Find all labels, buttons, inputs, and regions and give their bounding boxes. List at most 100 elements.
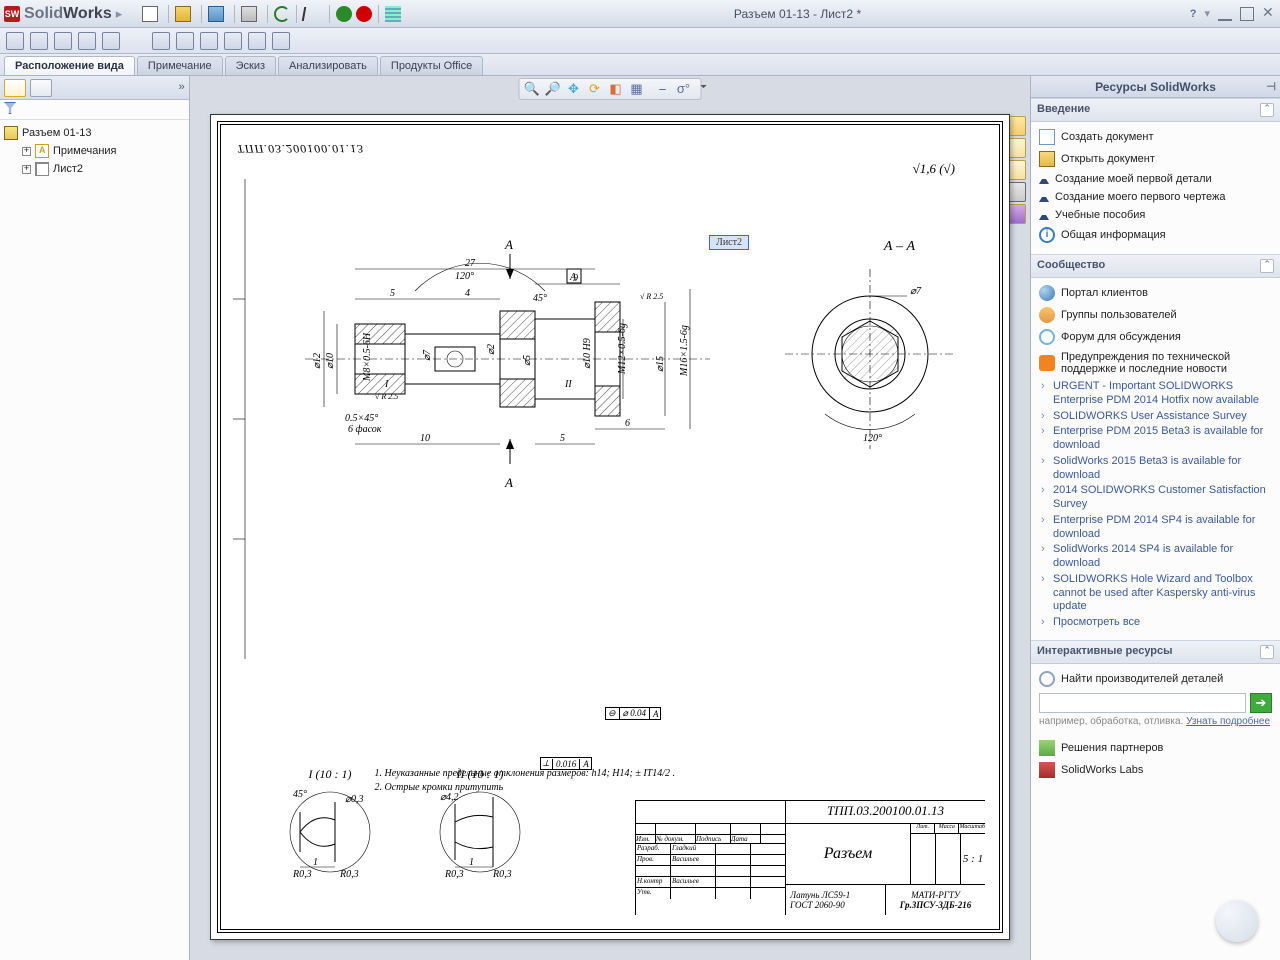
new-doc-icon[interactable] bbox=[142, 6, 158, 22]
rotate-icon[interactable]: ⟳ bbox=[587, 81, 603, 97]
graphics-area[interactable]: 🔍 🔎 ✥ ⟳ ◧ ▦ ⎯ σ° Лист2 ТПП.03.200100.01.… bbox=[190, 76, 1030, 960]
section-label: А – А bbox=[884, 239, 915, 255]
cmd-icon-11[interactable] bbox=[272, 32, 290, 50]
rebuild-green-icon[interactable] bbox=[336, 6, 352, 22]
property-tab-icon[interactable] bbox=[30, 79, 52, 97]
link-forum[interactable]: Форум для обсуждения bbox=[1035, 326, 1276, 348]
svg-text:45°: 45° bbox=[533, 293, 547, 304]
section-intro-header[interactable]: Введениеˆ bbox=[1031, 98, 1280, 122]
help-icon[interactable]: ? bbox=[1190, 8, 1197, 20]
svg-text:4: 4 bbox=[465, 288, 470, 299]
link-sw-labs[interactable]: SolidWorks Labs bbox=[1035, 759, 1276, 781]
open-icon[interactable] bbox=[175, 6, 191, 22]
cmd-icon-10[interactable] bbox=[248, 32, 266, 50]
tree-item-annotations[interactable]: + Примечания bbox=[4, 142, 185, 160]
news-link[interactable]: SolidWorks 2014 SP4 is available for dow… bbox=[1053, 543, 1276, 571]
cmd-icon-5[interactable] bbox=[102, 32, 120, 50]
section-online-header[interactable]: Интерактивные ресурсыˆ bbox=[1031, 640, 1280, 664]
link-tutorials[interactable]: Учебные пособия bbox=[1035, 206, 1276, 224]
pan-icon[interactable]: ✥ bbox=[566, 81, 582, 97]
svg-text:⌀12: ⌀12 bbox=[312, 353, 323, 369]
cube-icon bbox=[1039, 762, 1055, 778]
cmd-icon-2[interactable] bbox=[30, 32, 48, 50]
chevron-up-icon[interactable]: ˆ bbox=[1260, 645, 1274, 659]
link-first-drawing[interactable]: Создание моего первого чертежа bbox=[1035, 188, 1276, 206]
link-first-part[interactable]: Создание моей первой детали bbox=[1035, 170, 1276, 188]
svg-text:5: 5 bbox=[390, 288, 395, 299]
cmd-icon-8[interactable] bbox=[200, 32, 218, 50]
tab-annotation[interactable]: Примечание bbox=[137, 56, 223, 75]
pin-icon[interactable]: ⊣ bbox=[1266, 80, 1276, 93]
news-link[interactable]: 2014 SOLIDWORKS Customer Satisfaction Su… bbox=[1053, 484, 1276, 512]
title-block: ТПП.03.200100.01.13 Изм.№ докум.ПодписьД… bbox=[635, 800, 985, 915]
options-icon[interactable] bbox=[385, 6, 401, 22]
tree-item-label: Примечания bbox=[53, 145, 117, 157]
expand-icon[interactable]: + bbox=[22, 147, 31, 156]
hide-show-icon[interactable]: ⎯ bbox=[655, 81, 671, 97]
link-create-document[interactable]: Создать документ bbox=[1035, 126, 1276, 148]
grad-cap-icon bbox=[1039, 215, 1049, 220]
svg-text:R0,3: R0,3 bbox=[292, 869, 312, 880]
learn-more-link[interactable]: Узнать подробнее bbox=[1186, 716, 1270, 727]
cmd-icon-1[interactable] bbox=[6, 32, 24, 50]
view-orient-icon[interactable]: σ° bbox=[676, 81, 692, 97]
link-partner-solutions[interactable]: Решения партнеров bbox=[1035, 737, 1276, 759]
collapse-panel-button[interactable]: » bbox=[178, 82, 185, 94]
tab-view-layout[interactable]: Расположение вида bbox=[4, 56, 135, 75]
save-icon[interactable] bbox=[208, 6, 224, 22]
cmd-icon-6[interactable] bbox=[152, 32, 170, 50]
news-link[interactable]: SolidWorks 2015 Beta3 is available for d… bbox=[1053, 455, 1276, 483]
3dconnexion-icon[interactable] bbox=[1216, 900, 1258, 942]
go-button[interactable]: ➔ bbox=[1250, 693, 1272, 713]
open-folder-icon bbox=[1039, 151, 1055, 167]
minimize-button[interactable] bbox=[1218, 7, 1232, 21]
news-link[interactable]: URGENT - Important SOLIDWORKS Enterprise… bbox=[1053, 380, 1276, 408]
tree-root[interactable]: Разъем 01-13 bbox=[4, 124, 185, 142]
supplier-search-input[interactable] bbox=[1039, 693, 1246, 713]
tree-item-sheet[interactable]: + Лист2 bbox=[4, 160, 185, 178]
help-dropdown[interactable]: ▾ bbox=[1204, 7, 1210, 20]
svg-text:⌀10: ⌀10 bbox=[325, 353, 336, 369]
link-customer-portal[interactable]: Портал клиентов bbox=[1035, 282, 1276, 304]
cmd-icon-7[interactable] bbox=[176, 32, 194, 50]
link-open-document[interactable]: Открыть документ bbox=[1035, 148, 1276, 170]
puzzle-icon bbox=[1039, 740, 1055, 756]
3d-view-icon[interactable]: ◧ bbox=[608, 81, 624, 97]
feature-tree-tab-icon[interactable] bbox=[4, 79, 26, 97]
zoom-fit-icon[interactable]: 🔍 bbox=[524, 81, 540, 97]
menu-dropdown-icon[interactable]: ▸ bbox=[116, 6, 123, 22]
news-link[interactable]: SOLIDWORKS User Assistance Survey bbox=[1053, 410, 1276, 424]
maximize-button[interactable] bbox=[1240, 7, 1254, 21]
cmd-icon-3[interactable] bbox=[54, 32, 72, 50]
filter-funnel-icon[interactable] bbox=[4, 102, 16, 114]
chevron-up-icon[interactable]: ˆ bbox=[1260, 103, 1274, 117]
magnifier-icon bbox=[1039, 671, 1055, 687]
display-style-icon[interactable]: ▦ bbox=[629, 81, 645, 97]
undo-icon[interactable] bbox=[274, 6, 290, 22]
tab-evaluate[interactable]: Анализировать bbox=[278, 56, 378, 75]
cmd-icon-4[interactable] bbox=[78, 32, 96, 50]
link-user-groups[interactable]: Группы пользователей bbox=[1035, 304, 1276, 326]
svg-text:⌀15: ⌀15 bbox=[655, 356, 666, 372]
cmd-icon-9[interactable] bbox=[224, 32, 242, 50]
news-link[interactable]: Enterprise PDM 2015 Beta3 is available f… bbox=[1053, 425, 1276, 453]
globe-icon bbox=[1039, 285, 1055, 301]
svg-text:⌀5: ⌀5 bbox=[522, 355, 533, 366]
expand-icon[interactable]: + bbox=[22, 165, 31, 174]
rebuild-red-icon[interactable] bbox=[356, 6, 372, 22]
section-community-header[interactable]: Сообществоˆ bbox=[1031, 254, 1280, 278]
link-alerts[interactable]: Предупреждения по технической поддержке … bbox=[1035, 348, 1276, 378]
select-icon[interactable] bbox=[302, 7, 320, 21]
tab-office[interactable]: Продукты Office bbox=[380, 56, 483, 75]
news-link[interactable]: SOLIDWORKS Hole Wizard and Toolbox canno… bbox=[1053, 573, 1276, 614]
zoom-area-icon[interactable]: 🔎 bbox=[545, 81, 561, 97]
print-icon[interactable] bbox=[241, 6, 257, 22]
close-button[interactable]: ✕ bbox=[1262, 7, 1276, 21]
svg-text:45°: 45° bbox=[293, 789, 307, 800]
chevron-up-icon[interactable]: ˆ bbox=[1260, 259, 1274, 273]
drawing-sheet: Лист2 ТПП.03.200100.01.13 √1,6 (√) А – А bbox=[210, 114, 1010, 940]
news-view-all[interactable]: Просмотреть все bbox=[1053, 616, 1276, 630]
link-general-info[interactable]: iОбщая информация bbox=[1035, 224, 1276, 246]
tab-sketch[interactable]: Эскиз bbox=[225, 56, 276, 75]
news-link[interactable]: Enterprise PDM 2014 SP4 is available for… bbox=[1053, 514, 1276, 542]
